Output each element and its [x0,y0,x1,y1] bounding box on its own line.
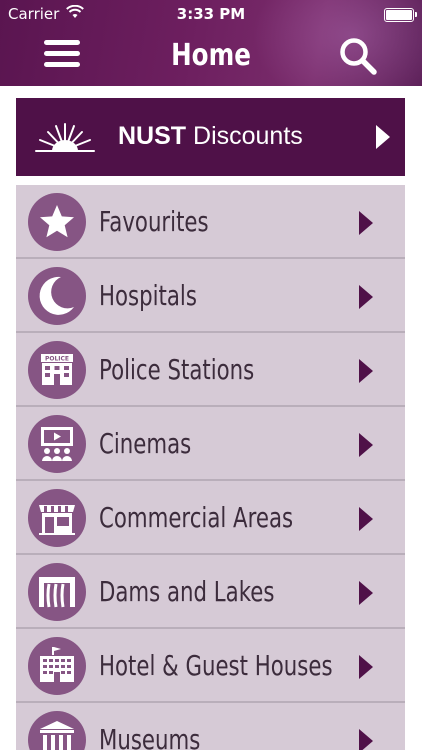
list-item-cinemas[interactable]: Cinemas [16,407,405,481]
shop-icon [39,505,75,535]
banner-arrow-icon [376,125,390,149]
chevron-right-icon [359,507,373,531]
status-bar: Carrier 3:33 PM [0,0,422,30]
list-item-police-stations[interactable]: POLICE Police Stations [16,333,405,407]
list-item-label: Cinemas [99,427,192,460]
list-item-label: Commercial Areas [99,501,294,534]
police-station-icon: POLICE [41,354,73,385]
museum-icon [40,721,74,750]
icon-circle [28,563,86,621]
list-item-label: Police Stations [99,353,255,386]
cinema-icon [41,427,73,461]
banner-text: Discounts [193,122,303,150]
list-item-hotel-guest-houses[interactable]: Hotel & Guest Houses [16,629,405,703]
list-item-label: Museums [99,723,201,750]
search-icon[interactable] [336,36,380,76]
icon-circle [28,415,86,473]
nust-logo-icon [35,123,95,152]
icon-circle [28,267,86,325]
status-time: 3:33 PM [176,5,246,23]
chevron-right-icon [359,285,373,309]
list-item-label: Hotel & Guest Houses [99,649,333,682]
banner-brand: NUST [118,122,187,150]
list-item-favourites[interactable]: Favourites [16,185,405,259]
page-title: Home [171,38,251,73]
list-item-hospitals[interactable]: Hospitals [16,259,405,333]
chevron-right-icon [359,729,373,750]
icon-circle [28,637,86,695]
chevron-right-icon [359,211,373,235]
list-item-label: Dams and Lakes [99,575,275,608]
chevron-right-icon [359,359,373,383]
chevron-right-icon [359,581,373,605]
chevron-right-icon [359,433,373,457]
icon-circle: POLICE [28,341,86,399]
list-item-dams-and-lakes[interactable]: Dams and Lakes [16,555,405,629]
list-item-museums[interactable]: Museums [16,703,405,750]
list-item-label: Favourites [99,205,209,238]
police-sign-text: POLICE [45,356,69,363]
dam-icon [39,577,75,608]
nust-discounts-banner[interactable]: NUST Discounts [16,98,405,176]
banner-label: NUST Discounts [118,122,303,151]
list-item-label: Hospitals [99,279,197,312]
icon-circle [28,193,86,251]
star-icon [40,205,74,238]
hotel-icon [40,647,74,682]
icon-circle [28,489,86,547]
battery-icon [384,8,417,22]
navigation-bar: Carrier 3:33 PM Home [0,0,422,86]
icon-circle [28,711,86,750]
category-list: Favourites Hospitals POLICE Police Stati… [16,185,405,750]
list-item-commercial-areas[interactable]: Commercial Areas [16,481,405,555]
chevron-right-icon [359,655,373,679]
crescent-icon [39,276,74,315]
